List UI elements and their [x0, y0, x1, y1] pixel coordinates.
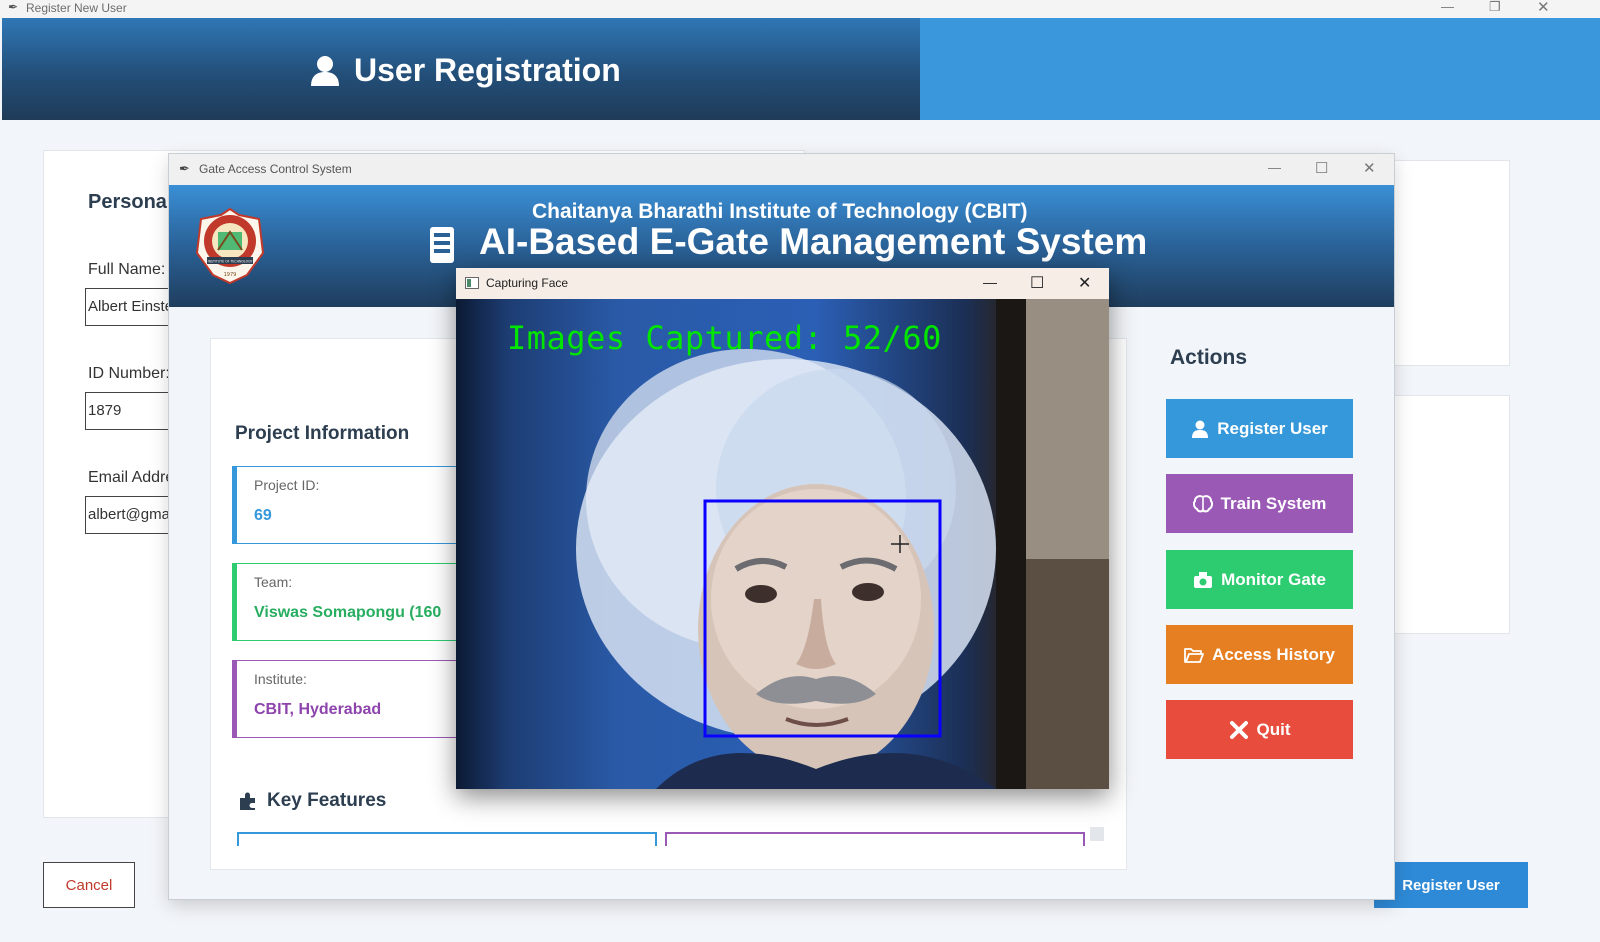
institute-value: CBIT, Hyderabad — [254, 701, 382, 718]
access-history-button[interactable]: Access History — [1166, 625, 1353, 684]
feather-icon: ✒ — [179, 161, 190, 176]
gate-window-titlebar: ✒ Gate Access Control System — ☐ ✕ — [169, 154, 1394, 185]
right-card-bottom — [1394, 395, 1510, 634]
monitor-gate-label: Monitor Gate — [1221, 569, 1326, 589]
team-card: Team: Viswas Somapongu (160 — [232, 563, 472, 641]
quit-label: Quit — [1256, 719, 1291, 739]
access-history-label: Access History — [1212, 644, 1335, 664]
actions-title: Actions — [1170, 346, 1248, 369]
capture-window-title: Capturing Face — [486, 276, 569, 290]
camera-feed: Images Captured: 52/60 — [456, 299, 1109, 789]
brain-icon — [1192, 494, 1213, 512]
feature-card — [237, 832, 657, 846]
maximize-icon[interactable]: ☐ — [1315, 159, 1328, 177]
register-window-titlebar: ✒ Register New User — ❐ ✕ — [0, 0, 1600, 18]
close-icon[interactable]: ✕ — [1363, 159, 1376, 177]
team-value: Viswas Somapongu (160 — [254, 604, 442, 621]
minimize-icon[interactable]: — — [1441, 0, 1454, 14]
train-system-button[interactable]: Train System — [1166, 474, 1353, 533]
project-id-value: 69 — [254, 507, 272, 524]
registration-title: User Registration — [310, 52, 621, 89]
full-name-label: Full Name: — [88, 261, 166, 278]
quit-button[interactable]: Quit — [1166, 700, 1353, 759]
feature-card — [665, 832, 1085, 846]
register-window-title: Register New User — [26, 1, 127, 15]
key-features-heading: Key Features — [237, 790, 386, 812]
registration-header-right — [920, 18, 1600, 120]
train-system-label: Train System — [1220, 493, 1327, 513]
id-card-icon — [430, 227, 454, 263]
folder-icon — [1184, 647, 1204, 663]
maximize-icon[interactable]: ☐ — [1030, 273, 1044, 293]
user-icon — [1192, 420, 1209, 438]
right-card-top — [1394, 160, 1510, 366]
project-info-title: Project Information — [235, 423, 410, 444]
capturing-face-window: Capturing Face — ☐ ✕ Images Captured: 52… — [456, 268, 1109, 789]
capture-window-titlebar: Capturing Face — ☐ ✕ — [456, 268, 1109, 299]
key-features-title: Key Features — [267, 790, 387, 811]
minimize-icon[interactable]: — — [983, 274, 997, 290]
x-icon — [1229, 720, 1248, 739]
team-label: Team: — [254, 574, 293, 590]
scrollbar-thumb[interactable] — [1090, 827, 1104, 841]
capture-progress-text: Images Captured: 52/60 — [507, 319, 942, 357]
camera-icon — [1194, 571, 1213, 588]
system-title: AI-Based E-Gate Management System — [479, 221, 1148, 262]
close-icon[interactable]: ✕ — [1537, 0, 1550, 16]
page-title: User Registration — [354, 52, 621, 88]
logo-year: 1979 — [224, 272, 237, 278]
institute-label: Institute: — [254, 671, 307, 687]
feather-icon: ✒ — [8, 0, 19, 14]
puzzle-icon — [240, 792, 255, 810]
window-icon — [465, 277, 479, 289]
minimize-icon[interactable]: — — [1268, 160, 1281, 175]
user-icon — [311, 55, 339, 86]
register-user-submit-button[interactable]: Register User — [1374, 862, 1528, 908]
register-user-button[interactable]: Register User — [1166, 399, 1353, 458]
cancel-button[interactable]: Cancel — [43, 862, 135, 908]
cbit-logo: INSTITUTE OF TECHNOLOGY 1979 — [195, 207, 265, 285]
gate-window-title: Gate Access Control System — [199, 162, 352, 176]
project-id-card: Project ID: 69 — [232, 466, 472, 544]
close-icon[interactable]: ✕ — [1078, 273, 1091, 293]
logo-text: INSTITUTE OF TECHNOLOGY — [208, 260, 253, 264]
id-number-label: ID Number: — [88, 365, 170, 382]
restore-icon[interactable]: ❐ — [1489, 0, 1501, 15]
register-user-label: Register User — [1217, 418, 1328, 438]
institute-card: Institute: CBIT, Hyderabad — [232, 660, 472, 738]
monitor-gate-button[interactable]: Monitor Gate — [1166, 550, 1353, 609]
project-id-label: Project ID: — [254, 477, 320, 493]
camera-frame — [576, 299, 1109, 789]
